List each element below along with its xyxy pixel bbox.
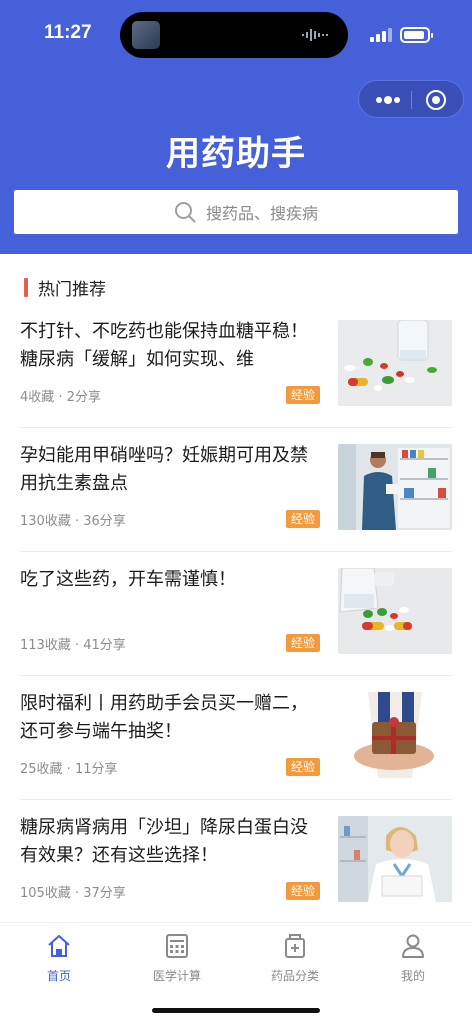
article-title: 不打针、不吃药也能保持血糖平稳！糖尿病「缓解」如何实现、维 xyxy=(20,321,308,370)
tab-label: 首页 xyxy=(46,969,71,983)
header: 11:27 用药助手 搜药品、搜疾病 xyxy=(0,0,472,254)
close-miniprogram-icon[interactable] xyxy=(425,89,447,111)
pills-scattered-image xyxy=(338,320,452,406)
pharmacist-shelf-image xyxy=(338,444,452,530)
tab-profile[interactable]: 我的 xyxy=(354,933,472,984)
article-title: 孕妇能用甲硝唑吗？妊娠期可用及禁用抗生素盘点 xyxy=(20,445,308,494)
status-time: 11:27 xyxy=(44,22,92,43)
article-thumbnail xyxy=(338,444,452,530)
article-title: 糖尿病肾病用「沙坦」降尿白蛋白没有效果？还有这些选择！ xyxy=(20,817,308,866)
more-menu-icon[interactable] xyxy=(373,89,403,111)
article-item[interactable]: 糖尿病肾病用「沙坦」降尿白蛋白没有效果？还有这些选择！ 105收藏 · 37分享… xyxy=(0,800,472,924)
section-accent-bar xyxy=(24,277,28,297)
nurse-image xyxy=(338,816,452,902)
tab-label: 医学计算 xyxy=(152,969,201,983)
article-item[interactable]: 不打针、不吃药也能保持血糖平稳！糖尿病「缓解」如何实现、维 4收藏 · 2分享 … xyxy=(0,304,472,428)
dynamic-island xyxy=(120,12,348,58)
search-input[interactable]: 搜药品、搜疾病 xyxy=(14,190,458,234)
article-tag: 经验 xyxy=(286,634,321,652)
article-tag: 经验 xyxy=(286,386,321,404)
article-meta: 130收藏 · 36分享 xyxy=(20,514,126,529)
article-meta: 25收藏 · 11分享 xyxy=(20,762,118,777)
article-title: 吃了这些药，开车需谨慎！ xyxy=(20,569,236,590)
home-indicator xyxy=(152,1008,320,1013)
article-item[interactable]: 孕妇能用甲硝唑吗？妊娠期可用及禁用抗生素盘点 130收藏 · 36分享 经验 xyxy=(0,428,472,552)
article-tag: 经验 xyxy=(286,758,321,776)
tab-drug-category[interactable]: 药品分类 xyxy=(236,933,354,984)
cellular-signal-icon xyxy=(370,28,392,42)
article-list: 不打针、不吃药也能保持血糖平稳！糖尿病「缓解」如何实现、维 4收藏 · 2分享 … xyxy=(0,304,472,924)
medicine-box-icon xyxy=(285,934,305,958)
calculator-icon xyxy=(166,934,188,958)
miniprogram-capsule xyxy=(358,80,464,118)
article-item[interactable]: 限时福利丨用药助手会员买一赠二，还可参与端午抽奖！ 25收藏 · 11分享 经验 xyxy=(0,676,472,800)
article-thumbnail xyxy=(338,320,452,406)
tab-label: 药品分类 xyxy=(270,969,319,983)
gift-box-image xyxy=(338,692,452,778)
article-tag: 经验 xyxy=(286,510,321,528)
audio-wave-icon xyxy=(302,29,328,41)
article-title: 限时福利丨用药助手会员买一赠二，还可参与端午抽奖！ xyxy=(20,693,308,742)
article-meta: 113收藏 · 41分享 xyxy=(20,638,126,653)
home-icon xyxy=(48,935,70,957)
section-title: 热门推荐 xyxy=(24,276,106,300)
article-tag: 经验 xyxy=(286,882,321,900)
article-meta: 4收藏 · 2分享 xyxy=(20,390,101,405)
article-thumbnail xyxy=(338,816,452,902)
capsule-divider xyxy=(411,91,412,109)
tab-medical-calc[interactable]: 医学计算 xyxy=(118,933,236,984)
battery-icon xyxy=(400,27,433,43)
pills-bottle-image xyxy=(338,568,452,654)
section-title-text: 热门推荐 xyxy=(38,279,106,300)
now-playing-artwork xyxy=(132,21,160,49)
article-thumbnail xyxy=(338,692,452,778)
user-icon xyxy=(402,934,424,958)
search-icon xyxy=(175,202,196,223)
tab-home[interactable]: 首页 xyxy=(0,933,118,984)
status-bar: 11:27 xyxy=(0,0,472,70)
app-title: 用药助手 xyxy=(166,134,306,174)
article-meta: 105收藏 · 37分享 xyxy=(20,886,126,901)
tab-label: 我的 xyxy=(400,969,425,983)
article-item[interactable]: 吃了这些药，开车需谨慎！ 113收藏 · 41分享 经验 xyxy=(0,552,472,676)
search-placeholder: 搜药品、搜疾病 xyxy=(206,204,319,223)
article-thumbnail xyxy=(338,568,452,654)
